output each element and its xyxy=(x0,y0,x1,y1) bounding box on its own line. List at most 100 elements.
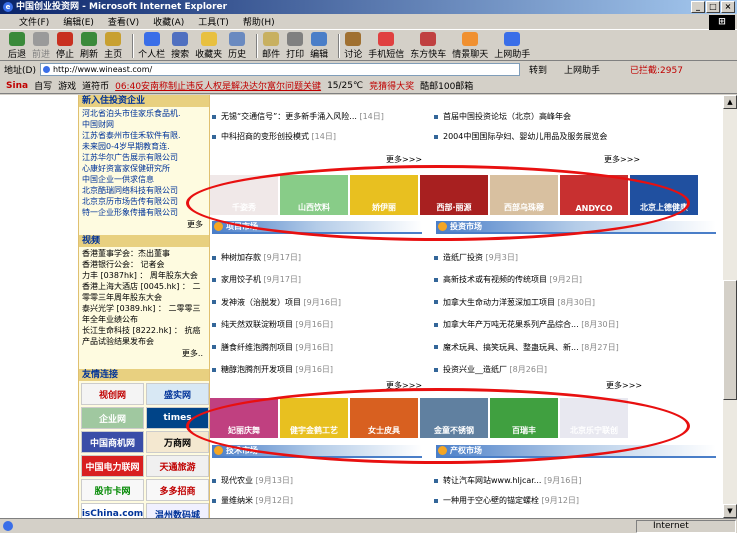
news-item[interactable]: 量维纳米 [9月12日] xyxy=(212,495,293,506)
news-item[interactable]: 2004中国国际孕妇、婴幼儿用品及服务展览会 xyxy=(434,131,607,142)
enterprise-link[interactable]: 江苏省泰州市佳禾软件有限. xyxy=(82,130,206,141)
more-link[interactable]: 更多>>> xyxy=(604,154,640,165)
more-link[interactable]: 更多>>> xyxy=(606,380,642,391)
news-item[interactable]: 膳食纤维泡腾剂项目 [9月16日] xyxy=(212,342,333,353)
menu-tools[interactable]: 工具(T) xyxy=(191,15,236,28)
toolbar-icon xyxy=(462,32,479,46)
enterprise-link[interactable]: 河北省泊头市佳家乐食品机. xyxy=(82,108,206,119)
friend-link-logo[interactable]: 盛实网 xyxy=(146,383,209,405)
toolbar-button[interactable]: 前进 xyxy=(32,32,50,60)
toolbar-button[interactable]: 收藏夹 xyxy=(195,32,222,60)
news-date: [9月2日] xyxy=(549,275,582,285)
news-item[interactable]: 无锡“交通信号”：更多新手涌入风险... [14日] xyxy=(212,111,384,122)
friend-link-logo[interactable]: 视创网 xyxy=(81,383,144,405)
address-input[interactable]: http://www.wineast.com/ xyxy=(39,63,520,76)
enterprise-link[interactable]: 特一企业形象传播有限公司 xyxy=(82,207,206,218)
friend-link-logo[interactable]: 温州数码城 xyxy=(146,503,209,518)
news-item[interactable]: 投资兴业__造纸厂 [8月26日] xyxy=(434,364,547,375)
news-item[interactable]: 现代农业 [9月13日] xyxy=(212,475,293,486)
friend-link-logo[interactable]: 中国电力联网 xyxy=(81,455,144,477)
video-link[interactable]: 泰兴光学 [0389.hk] ： 二零零三年全年业绩公布 xyxy=(82,303,206,325)
news-item[interactable]: 一种用于空心壁的锚定螺栓 [9月12日] xyxy=(434,495,579,506)
scroll-thumb[interactable] xyxy=(723,280,737,400)
bullet-icon xyxy=(212,277,216,282)
news-item[interactable]: 中科招商的变形创投模式 [14日] xyxy=(212,131,336,142)
enterprise-link[interactable]: 心康好资富家保健研究所 xyxy=(82,163,206,174)
more-link[interactable]: 更多 xyxy=(79,219,209,230)
toolbar-button[interactable]: 个人栏 xyxy=(138,32,165,60)
news-item[interactable]: 加拿大生命动力洋葱深加工项目 [8月30日] xyxy=(434,297,595,308)
news-item[interactable]: 家用饺子机 [9月17日] xyxy=(212,274,301,285)
link-zixie[interactable]: 自写 xyxy=(34,79,52,92)
link-quiz[interactable]: 竞猜得大奖 xyxy=(369,79,414,92)
enterprise-link[interactable]: 江苏华尔广告展示有限公司 xyxy=(82,152,206,163)
toolbar-button[interactable]: 东方快车 xyxy=(410,32,446,60)
maximize-button[interactable]: □ xyxy=(706,1,720,13)
toolbar-button[interactable]: 刷新 xyxy=(80,32,98,60)
friend-link-logo[interactable]: 股市卡网 xyxy=(81,479,144,501)
video-link[interactable]: 长江生命科技 [8222.hk] ： 抗癌产品试验结果发布会 xyxy=(82,325,206,347)
scroll-up-arrow-icon[interactable]: ▲ xyxy=(723,95,737,109)
news-item[interactable]: 种树加存款 [9月17日] xyxy=(212,252,301,263)
link-daofu[interactable]: 道符币 xyxy=(82,79,109,92)
video-link[interactable]: 香港董事学会：杰出董事 xyxy=(82,248,206,259)
friend-link-logo[interactable]: 中国商机网 xyxy=(81,431,144,453)
more-link[interactable]: 更多.. xyxy=(79,348,209,359)
toolbar-button[interactable]: 情景聊天 xyxy=(452,32,488,60)
enterprise-link[interactable]: 中国企业一供求信息 xyxy=(82,174,206,185)
news-item[interactable]: 魔术玩具、搞笑玩具、整蛊玩具、新... [8月27日] xyxy=(434,342,619,353)
vertical-scrollbar[interactable]: ▲ ▼ xyxy=(723,95,737,518)
window-title: 中国创业投资网 - Microsoft Internet Explorer xyxy=(16,2,228,12)
enterprise-link[interactable]: 北京酷瑞同络科技有限公司 xyxy=(82,185,206,196)
news-item[interactable]: 转让汽车网站www.hljcar... [9月16日] xyxy=(434,475,582,486)
friend-link-logo[interactable]: 企业网 xyxy=(81,407,144,429)
menu-file[interactable]: 文件(F) xyxy=(12,15,56,28)
toolbar-button[interactable]: 上网助手 xyxy=(494,32,530,60)
toolbar-button[interactable]: 停止 xyxy=(56,32,74,60)
toolbar-separator xyxy=(338,34,341,58)
friend-link-logo[interactable]: isChina.com xyxy=(81,503,144,518)
menu-help[interactable]: 帮助(H) xyxy=(236,15,282,28)
news-item[interactable]: 造纸厂投资 [9月3日] xyxy=(434,252,518,263)
toolbar-button[interactable]: 后退 xyxy=(8,32,26,60)
news-item[interactable]: 纯天然双联淀粉项目 [9月16日] xyxy=(212,319,333,330)
bullet-icon xyxy=(212,255,216,260)
menu-view[interactable]: 查看(V) xyxy=(101,15,146,28)
toolbar-button-label: 上网助手 xyxy=(494,50,531,60)
toolbar-button[interactable]: 打印 xyxy=(286,32,304,60)
video-link[interactable]: 力丰 [0387hk] ： 周年股东大会 xyxy=(82,270,206,281)
news-item[interactable]: 加拿大年产万吨无花果系列产品综合... [8月30日] xyxy=(434,319,619,330)
assistant-button[interactable]: 上网助手 xyxy=(564,63,600,76)
video-link[interactable]: 香港上海大酒店 [0045.hk] ： 二零零三年周年股东大会 xyxy=(82,281,206,303)
go-button[interactable]: 转到 xyxy=(526,63,550,76)
toolbar-button[interactable]: 邮件 xyxy=(262,32,280,60)
close-button[interactable]: × xyxy=(721,1,735,13)
minimize-button[interactable]: _ xyxy=(691,1,705,13)
friend-link-logo[interactable]: 多多招商 xyxy=(146,479,209,501)
news-item[interactable]: 高新技术或有视频的传统项目 [9月2日] xyxy=(434,274,582,285)
news-item[interactable]: 发神液（治脱发）项目 [9月16日] xyxy=(212,297,341,308)
enterprise-link[interactable]: 中国财网 xyxy=(82,119,206,130)
toolbar-button[interactable]: 编辑 xyxy=(310,32,328,60)
toolbar-button[interactable]: 搜索 xyxy=(171,32,189,60)
link-games[interactable]: 游戏 xyxy=(58,79,76,92)
link-mail[interactable]: 酷邮100邮箱 xyxy=(420,79,473,92)
toolbar-button[interactable]: 手机短信 xyxy=(368,32,404,60)
more-link[interactable]: 更多>>> xyxy=(386,154,422,165)
friend-link-logo[interactable]: 天通旅游 xyxy=(146,455,209,477)
menu-favorites[interactable]: 收藏(A) xyxy=(146,15,191,28)
toolbar-button[interactable]: 历史 xyxy=(228,32,246,60)
video-link[interactable]: 香港银行公会： 记者会 xyxy=(82,259,206,270)
news-date: [8月27日] xyxy=(581,342,619,352)
news-item[interactable]: 首届中国投资论坛（北京）高峰年会 xyxy=(434,111,571,122)
menu-edit[interactable]: 编辑(E) xyxy=(56,15,101,28)
toolbar-button-label: 收藏夹 xyxy=(195,50,223,60)
news-item[interactable]: 糖醇泡腾剂开发项目 [9月16日] xyxy=(212,364,333,375)
enterprise-link[interactable]: 未来园0-4岁早期教育连. xyxy=(82,141,206,152)
sina-logo-icon[interactable]: Sina xyxy=(6,81,28,91)
news-ticker[interactable]: 06:40安南称制止违反人权是解决达尔富尔问题关键 xyxy=(115,79,321,92)
toolbar-button[interactable]: 主页 xyxy=(104,32,122,60)
news-title: 发神液（治脱发）项目 xyxy=(221,297,301,307)
toolbar-button[interactable]: 讨论 xyxy=(344,32,362,60)
scroll-down-arrow-icon[interactable]: ▼ xyxy=(723,504,737,518)
